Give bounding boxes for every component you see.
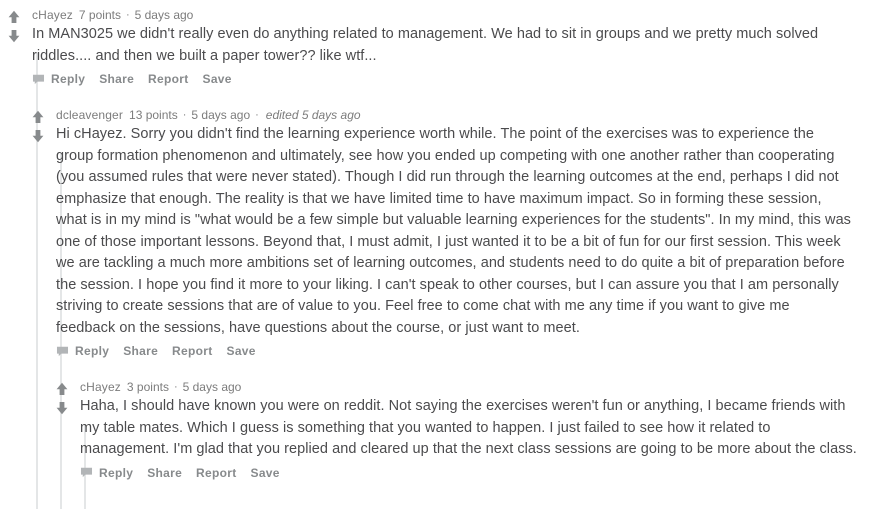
comment-points: 13 points <box>129 108 178 122</box>
comment-actions: Reply Share Report Save <box>56 339 852 358</box>
comment-meta: cHayez 7 points · 5 days ago <box>32 7 830 23</box>
upvote-arrow-icon[interactable] <box>6 9 22 25</box>
reply-button[interactable]: Reply <box>56 344 109 358</box>
comment-timestamp: 5 days ago <box>134 8 194 22</box>
comment-3: cHayez 3 points · 5 days ago Haha, I sho… <box>0 379 870 509</box>
comment-points: 3 points <box>126 380 169 394</box>
reply-label: Reply <box>99 465 134 480</box>
comment-actions: Reply Share Report Save <box>80 461 860 480</box>
save-button[interactable]: Save <box>251 466 280 480</box>
share-button[interactable]: Share <box>147 466 182 480</box>
vote-column <box>26 107 50 144</box>
comment-timestamp: 5 days ago <box>191 108 251 122</box>
comment-1: cHayez 7 points · 5 days ago In MAN3025 … <box>0 7 870 109</box>
comment-timestamp: 5 days ago <box>182 380 242 394</box>
meta-separator: · <box>182 109 187 121</box>
comment-body-column: dcleavenger 13 points · 5 days ago · edi… <box>56 107 870 358</box>
thread-line-depth-0 <box>36 379 38 509</box>
downvote-arrow-icon[interactable] <box>6 28 22 44</box>
comment-author[interactable]: dcleavenger <box>56 107 123 123</box>
report-button[interactable]: Report <box>148 72 188 86</box>
reply-label: Reply <box>75 344 110 358</box>
share-button[interactable]: Share <box>123 344 158 358</box>
comment-actions: Reply Share Report Save <box>32 67 830 86</box>
speech-bubble-icon <box>32 73 45 86</box>
report-button[interactable]: Report <box>196 466 236 480</box>
meta-separator: · <box>173 381 178 393</box>
comment-edited-label: edited 5 days ago <box>265 108 361 122</box>
downvote-arrow-icon[interactable] <box>30 128 46 144</box>
reply-label: Reply <box>51 72 86 86</box>
comment-meta: cHayez 3 points · 5 days ago <box>80 379 860 395</box>
meta-separator: · <box>125 9 130 21</box>
comment-body-column: cHayez 7 points · 5 days ago In MAN3025 … <box>32 7 870 86</box>
save-button[interactable]: Save <box>203 72 232 86</box>
share-button[interactable]: Share <box>99 72 134 86</box>
thread-line-depth-0 <box>36 107 38 379</box>
comment-text: Haha, I should have known you were on re… <box>80 398 857 457</box>
speech-bubble-icon <box>56 345 69 358</box>
upvote-arrow-icon[interactable] <box>30 109 46 125</box>
comment-2: dcleavenger 13 points · 5 days ago · edi… <box>0 107 870 379</box>
meta-separator-2: · <box>255 109 259 121</box>
upvote-arrow-icon[interactable] <box>54 381 70 397</box>
report-button[interactable]: Report <box>172 344 212 358</box>
save-button[interactable]: Save <box>227 344 256 358</box>
comment-meta: dcleavenger 13 points · 5 days ago · edi… <box>56 107 852 123</box>
comment-author[interactable]: cHayez <box>80 379 121 395</box>
downvote-arrow-icon[interactable] <box>54 400 70 416</box>
comment-author[interactable]: cHayez <box>32 7 73 23</box>
comment-text: Hi cHayez. Sorry you didn't find the lea… <box>56 126 851 336</box>
vote-column <box>2 7 26 44</box>
comment-text: In MAN3025 we didn't really even do anyt… <box>32 26 819 64</box>
speech-bubble-icon <box>80 466 93 479</box>
reply-button[interactable]: Reply <box>80 466 133 480</box>
comment-thread: cHayez 7 points · 5 days ago In MAN3025 … <box>0 0 870 509</box>
comment-body-column: cHayez 3 points · 5 days ago Haha, I sho… <box>80 379 870 480</box>
comment-points: 7 points <box>78 8 121 22</box>
vote-column <box>50 379 74 416</box>
reply-button[interactable]: Reply <box>32 72 85 86</box>
